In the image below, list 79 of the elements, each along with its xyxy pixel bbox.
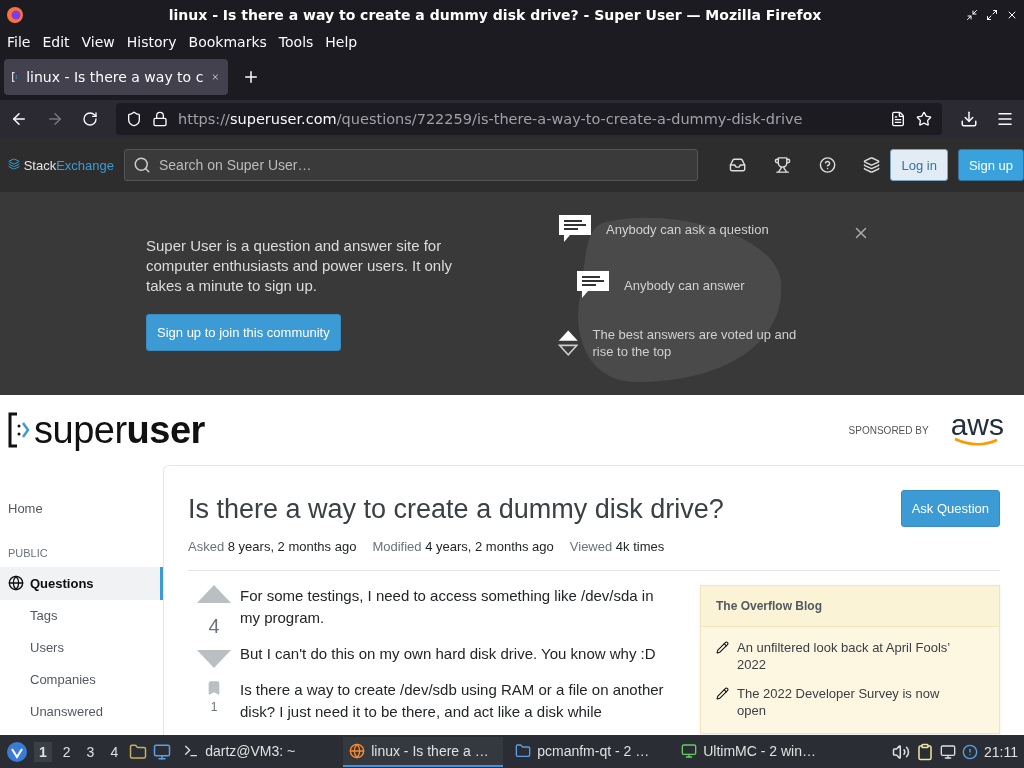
firefox-icon — [6, 6, 24, 24]
stackexchange-logo[interactable]: StackExchange — [8, 157, 114, 173]
sidebar-link[interactable]: Users — [0, 632, 163, 664]
menu-item[interactable]: File — [2, 34, 36, 50]
minimize-icon[interactable] — [966, 9, 978, 21]
sponsor-label: SPONSORED BY — [848, 424, 929, 436]
aws-logo[interactable]: aws — [950, 413, 1004, 447]
search-field[interactable]: Search on Super User… — [123, 149, 698, 181]
question-title: Is there a way to create a dummy disk drive? — [188, 494, 724, 525]
menu-item[interactable]: History — [121, 34, 182, 50]
vote-count: 4 — [208, 615, 220, 638]
network-icon[interactable] — [940, 743, 956, 760]
login-button[interactable]: Log in — [890, 149, 948, 181]
sidebar-link[interactable]: Questions — [0, 567, 163, 600]
workspace-button[interactable]: 2 — [57, 741, 76, 762]
menu-item[interactable]: Help — [320, 34, 363, 50]
question-meta: Modified 4 years, 2 months ago — [372, 539, 554, 554]
window-title: linux - Is there a way to create a dummy disk drive? - Super User — Mozilla Firefox — [167, 7, 823, 23]
new-tab-icon[interactable] — [242, 68, 260, 86]
taskbar-window[interactable]: dartz@VM3: ~ — [177, 736, 338, 767]
superuser-logo[interactable]: superuser — [8, 408, 205, 452]
speech-bubble-icon — [558, 214, 592, 244]
menu-item[interactable]: Tools — [273, 34, 319, 50]
question-meta: Viewed 4k times — [569, 539, 665, 554]
menu-icon[interactable] — [996, 110, 1014, 128]
forward-icon[interactable] — [46, 110, 64, 128]
menu-item[interactable]: View — [76, 34, 120, 50]
workspace-button[interactable]: 4 — [105, 741, 124, 762]
maximize-icon[interactable] — [986, 9, 998, 21]
browser-tab[interactable]: linux - Is there a way to c — [4, 59, 228, 95]
section-heading: PUBLIC — [7, 546, 49, 561]
sidebar-link[interactable]: Unanswered — [0, 696, 163, 728]
monitor-icon — [681, 742, 698, 759]
feature-text: The best answers are voted up and rise to the top — [592, 326, 798, 360]
bookmark-count: 1 — [210, 700, 218, 714]
question-meta: Asked 8 years, 2 months ago — [188, 539, 357, 554]
speech-bubble-icon — [576, 270, 610, 300]
reload-icon[interactable] — [82, 111, 98, 127]
sidebar-link[interactable]: Home — [0, 493, 163, 525]
question-paragraph: But I can't do this on my own hard disk drive. You know why :D — [240, 644, 657, 664]
blog-link[interactable]: The 2022 Developer Survey is now open — [737, 685, 959, 719]
download-icon[interactable] — [960, 110, 978, 128]
question-paragraph: For some testings, I need to access something like /dev/sda in my program. — [240, 586, 655, 628]
globe-icon — [349, 742, 366, 759]
clipboard-icon[interactable] — [916, 742, 934, 761]
help-icon[interactable] — [818, 156, 836, 174]
feature-text: Anybody can answer — [624, 276, 745, 294]
question-paragraph: Is there a way to create /dev/sdb using RAM or a file on another disk? I just need it to be there, and act like a disk while — [240, 680, 665, 722]
site-logo-icon — [12, 69, 19, 85]
notification-icon[interactable] — [962, 743, 978, 760]
search-icon — [132, 156, 151, 174]
menu-item[interactable]: Bookmarks — [183, 34, 272, 50]
sidebar-link[interactable]: Companies — [0, 664, 163, 696]
address-bar[interactable]: https://superuser.com/questions/722259/is-there-a-way-to-create-a-dummy-disk-drive — [116, 103, 942, 135]
site-switcher-icon[interactable] — [863, 156, 881, 174]
workspace-button[interactable]: 3 — [81, 741, 100, 762]
pencil-icon — [716, 641, 729, 654]
folder-icon — [515, 742, 532, 759]
desktop-icon[interactable] — [153, 742, 172, 761]
sidebar-link[interactable]: Tags — [0, 600, 163, 632]
inbox-icon[interactable] — [729, 156, 747, 174]
taskbar-window[interactable]: UltimMC - 2 win… — [675, 736, 836, 767]
taskbar-window[interactable]: linux - Is there a … — [343, 736, 504, 767]
blog-title: The Overflow Blog — [701, 586, 999, 627]
taskbar-window[interactable]: pcmanfm-qt - 2 … — [509, 736, 670, 767]
feature-text: Anybody can ask a question — [606, 220, 769, 238]
trophy-icon[interactable] — [773, 156, 791, 174]
back-icon[interactable] — [10, 110, 28, 128]
pencil-icon — [716, 687, 729, 700]
volume-icon[interactable] — [892, 742, 910, 761]
clock: 21:11 — [984, 743, 1018, 760]
blog-link[interactable]: An unfiltered look back at April Fools’ 2022 — [737, 639, 959, 673]
close-icon[interactable] — [1006, 9, 1018, 21]
menu-item[interactable]: Edit — [37, 34, 75, 50]
globe-icon — [8, 575, 24, 591]
banner-text: Super User is a question and answer site for computer enthusiasts and power users. It only takes a minute to sign up. — [146, 236, 453, 296]
file-manager-icon[interactable] — [129, 742, 148, 761]
start-menu-icon[interactable] — [6, 740, 28, 763]
workspace-button[interactable]: 1 — [34, 741, 52, 762]
